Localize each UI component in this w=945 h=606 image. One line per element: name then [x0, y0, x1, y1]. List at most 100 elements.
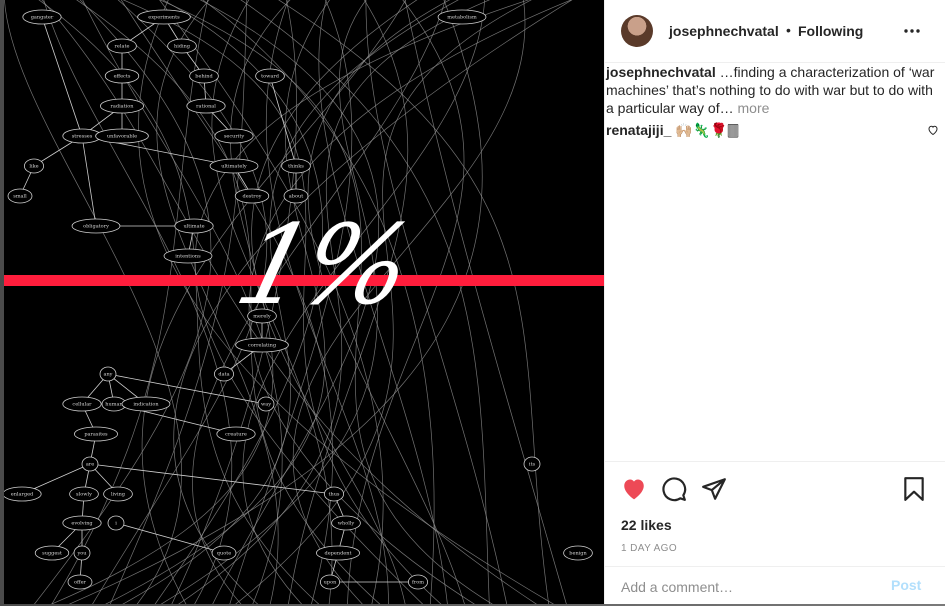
graph-node-label: suggest — [42, 551, 62, 557]
comment-username[interactable]: renatajiji_ — [606, 122, 671, 138]
graph-node: upon — [319, 574, 340, 590]
graph-node-label: security — [224, 134, 245, 140]
graph-node: ultimately — [209, 158, 259, 174]
graph-node-label: its — [529, 462, 536, 468]
graph-node-label: enlarged — [11, 492, 34, 498]
graph-node: obligatory — [71, 218, 121, 234]
post-header: josephnechvatal • Following — [605, 0, 945, 63]
graph-node: evolving — [62, 515, 102, 531]
add-comment-input[interactable] — [621, 576, 871, 598]
graph-node: like — [23, 158, 45, 174]
author-username[interactable]: josephnechvatal — [669, 23, 779, 39]
separator-dot: • — [786, 22, 791, 38]
graph-node-label: from — [412, 580, 424, 586]
graph-node: way — [257, 396, 275, 412]
more-options-icon[interactable] — [903, 24, 921, 38]
graph-node-label: slowly — [76, 492, 92, 498]
graph-node: suggest — [34, 545, 70, 561]
likes-count[interactable]: 22 likes — [621, 517, 672, 533]
comment-like-icon[interactable] — [927, 124, 939, 136]
graph-node: from — [407, 574, 428, 590]
graph-node: radiation — [100, 98, 145, 114]
post-image[interactable]: gangster experiments relate hiding effects be… — [4, 0, 604, 604]
graph-node-label: intentions — [175, 254, 201, 260]
graph-node: slowly — [69, 486, 99, 502]
graph-node: hiding — [167, 38, 197, 54]
graph-node: indication — [121, 396, 171, 412]
graph-node-label: you — [76, 551, 87, 557]
graph-node: metabolism — [437, 9, 487, 25]
graph-node-label: upon — [324, 580, 337, 586]
graph-node-label: quote — [217, 551, 231, 557]
graph-node-label: evolving — [71, 521, 93, 527]
graph-node-label: thinks — [288, 164, 304, 170]
graph-node-label: about — [289, 194, 303, 200]
graph-node-label: ultimately — [221, 164, 247, 170]
graph-node-label: stresses — [72, 134, 93, 140]
graph-node-label: creature — [225, 432, 247, 438]
graph-node: any — [99, 366, 117, 382]
graph-node-label: small — [13, 194, 27, 200]
graph-node: ultimate — [174, 218, 214, 234]
post-sidebar: josephnechvatal • Following josephnechva… — [604, 0, 945, 604]
following-button[interactable]: Following — [798, 23, 863, 39]
graph-node-label: ultimate — [183, 224, 204, 230]
caption-more-link[interactable]: more — [734, 100, 769, 116]
avatar[interactable] — [621, 15, 653, 47]
graph-node-label: behind — [195, 74, 213, 80]
post-timestamp[interactable]: 1 DAY AGO — [621, 543, 677, 554]
post-comment-button[interactable]: Post — [891, 577, 921, 593]
graph-node: data — [213, 366, 234, 382]
graph-node-label: benign — [569, 551, 587, 557]
graph-node-label: indication — [133, 402, 159, 408]
graph-node-label: metabolism — [447, 15, 477, 21]
graph-node: its — [523, 456, 541, 472]
graph-node-label: living — [111, 492, 126, 498]
graph-node: thinks — [281, 158, 311, 174]
graph-node-label: wholly — [338, 521, 355, 527]
graph-node: intentions — [163, 248, 213, 264]
graph-node-label: relate — [115, 44, 130, 50]
like-heart-icon[interactable] — [621, 476, 647, 502]
graph-node-label: radiation — [111, 104, 135, 110]
graph-node: creature — [216, 426, 256, 442]
graph-node-label: unfavorable — [107, 134, 137, 140]
comment-text: 🙌🏼🦎🌹🀫 — [671, 122, 739, 138]
graph-node: security — [214, 128, 254, 144]
graph-node: offer — [67, 574, 93, 590]
comment-icon[interactable] — [661, 476, 687, 502]
graph-node: relate — [107, 38, 137, 54]
caption: josephnechvatal …finding a characterizat… — [606, 63, 942, 117]
graph-node-label: experiments — [148, 15, 180, 21]
graph-node-label: correlating — [248, 343, 277, 349]
share-icon[interactable] — [701, 476, 727, 502]
graph-node-label: parasites — [84, 432, 108, 438]
graph-node-label: way — [261, 402, 271, 408]
bookmark-icon[interactable] — [901, 476, 927, 502]
graph-node-label: like — [29, 164, 38, 170]
graph-node: are — [81, 456, 99, 472]
comment-divider — [605, 566, 945, 567]
graph-node-label: effects — [114, 74, 131, 80]
caption-username[interactable]: josephnechvatal — [606, 64, 716, 80]
graph-node: living — [103, 486, 133, 502]
graph-node: i — [107, 515, 125, 531]
graph-node-label: hiding — [174, 44, 191, 50]
graph-node: effects — [104, 68, 140, 84]
graph-node: rational — [186, 98, 226, 114]
graph-node-label: cellular — [72, 402, 92, 408]
graph-node: you — [73, 545, 91, 561]
graph-node: toward — [255, 68, 285, 84]
graph-node-label: any — [103, 372, 112, 378]
comment-item: renatajiji_ 🙌🏼🦎🌹🀫 — [606, 121, 926, 139]
graph-node-label: gangster — [31, 15, 54, 21]
graph-node-label: destroy — [243, 194, 262, 200]
graph-node: gangster — [22, 9, 62, 25]
graph-node: unfavorable — [95, 128, 149, 144]
graph-node-label: human — [105, 402, 123, 408]
percent-overlay: 1% — [224, 201, 420, 329]
graph-node-label: rational — [196, 104, 216, 110]
graph-node-label: thus — [328, 492, 339, 498]
graph-node: enlarged — [4, 486, 42, 502]
graph-node-label: data — [218, 372, 229, 378]
